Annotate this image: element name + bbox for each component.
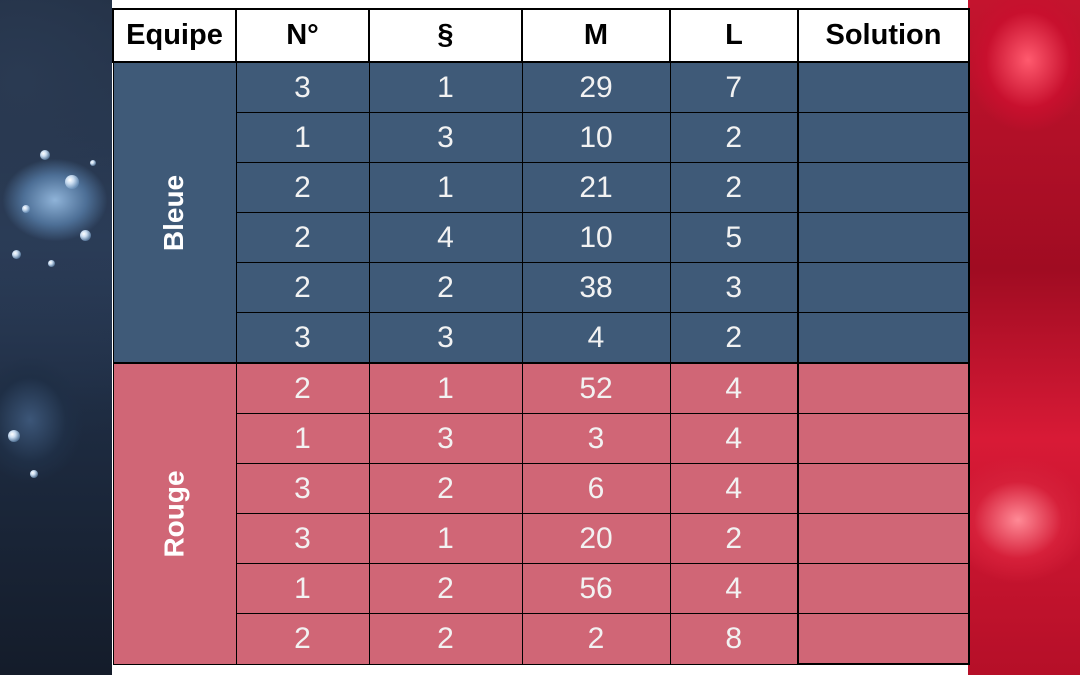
cell-number: 3 [235,61,370,113]
cell-l: 2 [669,112,799,163]
table-row: 3 1 20 2 [113,513,970,564]
cell-m: 4 [521,312,671,364]
blueberry-background-image [0,0,112,675]
group-label-bleue-cell: Bleue [112,61,237,364]
table-row: 3 3 4 2 [113,312,970,364]
cell-solution[interactable] [797,513,970,564]
table-row: 2 4 10 5 [113,212,970,263]
table-row: 2 2 38 3 [113,262,970,313]
cell-m: 2 [521,613,671,665]
cell-solution[interactable] [797,112,970,163]
header-solution: Solution [797,8,970,63]
header-number: N° [235,8,370,63]
cell-solution[interactable] [797,162,970,213]
cell-solution[interactable] [797,413,970,464]
cell-l: 4 [669,463,799,514]
table-row: 1 3 10 2 [113,112,970,163]
raspberry-background-image [968,0,1080,675]
cell-section: 2 [368,613,523,665]
cell-m: 10 [521,212,671,263]
cell-m: 6 [521,463,671,514]
cell-section: 3 [368,413,523,464]
group-label-rouge-cell: Rouge [112,362,237,665]
cell-number: 2 [235,162,370,213]
cell-m: 20 [521,513,671,564]
cell-number: 3 [235,463,370,514]
header-m: M [521,8,671,63]
cell-l: 4 [669,413,799,464]
cell-l: 7 [669,61,799,113]
cell-number: 1 [235,413,370,464]
cell-m: 56 [521,563,671,614]
cell-l: 8 [669,613,799,665]
cell-number: 1 [235,112,370,163]
cell-m: 52 [521,362,671,414]
table-row: Rouge 2 1 52 4 [112,362,970,665]
cell-number: 2 [235,362,370,414]
cell-section: 3 [368,112,523,163]
cell-solution[interactable] [797,463,970,514]
cell-section: 3 [368,312,523,364]
cell-solution[interactable] [797,262,970,313]
team-table: Equipe N° § M L Solution Bleue 3 1 29 7 … [112,8,970,665]
header-l: L [669,8,799,63]
cell-solution[interactable] [797,362,970,414]
cell-number: 2 [235,262,370,313]
cell-number: 3 [235,312,370,364]
cell-section: 2 [368,463,523,514]
cell-number: 2 [235,212,370,263]
cell-solution[interactable] [797,212,970,263]
cell-l: 4 [669,362,799,414]
cell-section: 1 [368,61,523,113]
cell-solution[interactable] [797,61,970,113]
table-row: 1 3 3 4 [113,413,970,464]
header-team: Equipe [112,8,237,63]
cell-section: 2 [368,262,523,313]
cell-l: 4 [669,563,799,614]
cell-section: 1 [368,162,523,213]
cell-solution[interactable] [797,613,970,665]
cell-m: 21 [521,162,671,213]
cell-solution[interactable] [797,563,970,614]
table-row: 2 2 2 8 [113,613,970,665]
cell-section: 4 [368,212,523,263]
cell-l: 2 [669,312,799,364]
cell-section: 1 [368,362,523,414]
cell-m: 3 [521,413,671,464]
cell-number: 3 [235,513,370,564]
cell-l: 3 [669,262,799,313]
header-section: § [368,8,523,63]
cell-section: 1 [368,513,523,564]
cell-section: 2 [368,563,523,614]
cell-l: 2 [669,513,799,564]
table-row: 1 2 56 4 [113,563,970,614]
cell-solution[interactable] [797,312,970,364]
table-row: 3 2 6 4 [113,463,970,514]
cell-m: 29 [521,61,671,113]
group-label-bleue: Bleue [158,174,190,251]
table-header-row: Equipe N° § M L Solution [112,8,970,63]
cell-m: 38 [521,262,671,313]
cell-number: 2 [235,613,370,665]
group-label-rouge: Rouge [158,470,190,558]
cell-m: 10 [521,112,671,163]
team-table-container: Equipe N° § M L Solution Bleue 3 1 29 7 … [112,8,970,668]
cell-l: 5 [669,212,799,263]
table-row: 2 1 21 2 [113,162,970,213]
cell-l: 2 [669,162,799,213]
cell-number: 1 [235,563,370,614]
table-row: Bleue 3 1 29 7 [112,61,970,364]
